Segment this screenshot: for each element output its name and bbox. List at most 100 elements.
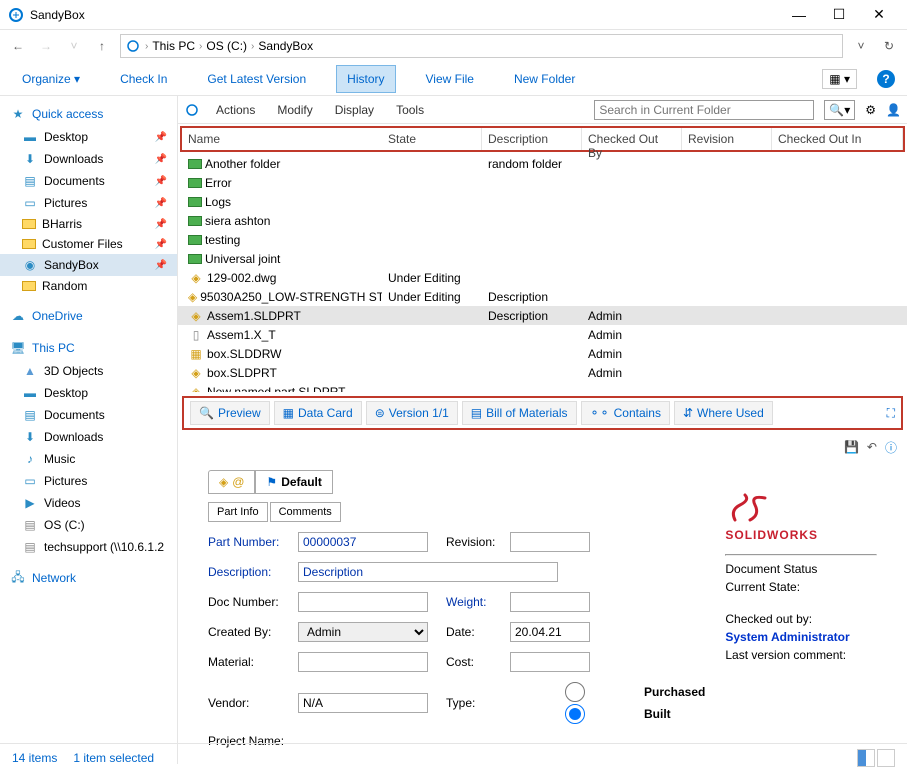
input-material[interactable] [298,652,428,672]
input-vendor[interactable] [298,693,428,713]
thispc-header[interactable]: 🖥This PC [0,336,177,360]
tab-version[interactable]: ⊜Version 1/1 [366,401,458,425]
refresh-button[interactable]: ↻ [879,39,899,53]
view-large-icon[interactable] [877,749,895,767]
search-input[interactable] [594,100,814,120]
tab-preview[interactable]: 🔍Preview [190,401,270,425]
organize-menu[interactable]: Organize ▾ [12,66,90,92]
forward-button[interactable]: → [36,39,56,53]
close-button[interactable]: ✕ [859,1,899,29]
view-file-button[interactable]: View File [416,66,484,92]
network-header[interactable]: 🖧Network [0,566,177,590]
sidebar-item-random[interactable]: Random [0,276,177,296]
sidebar-item-3dobjects[interactable]: ▲3D Objects [0,360,177,382]
file-row[interactable]: ◈New named part SLDPRT [178,382,907,392]
new-folder-button[interactable]: New Folder [504,66,585,92]
col-checkedoutin[interactable]: Checked Out In [772,128,903,150]
up-button[interactable]: ↑ [92,39,112,53]
display-menu[interactable]: Display [329,99,380,121]
sidebar-item-desktop[interactable]: ▬Desktop📌 [0,126,177,148]
file-row[interactable]: ◈129-002.dwgUnder Editing [178,268,907,287]
sidebar-item-documents[interactable]: ▤Documents📌 [0,170,177,192]
breadcrumb[interactable]: › This PC › OS (C:) › SandyBox [120,34,843,58]
file-row[interactable]: ▯Assem1.X_TAdmin [178,325,907,344]
fullscreen-button[interactable]: ⛶ [887,406,895,421]
input-date[interactable] [510,622,590,642]
sidebar-item-videos[interactable]: ▶Videos [0,492,177,514]
maximize-button[interactable]: ☐ [819,1,859,29]
file-row[interactable]: Universal joint [178,249,907,268]
sidebar-item-music[interactable]: ♪Music [0,448,177,470]
sidebar-item-documents2[interactable]: ▤Documents [0,404,177,426]
modify-menu[interactable]: Modify [271,99,318,121]
col-name[interactable]: Name [182,128,382,150]
help-icon[interactable]: ⓘ [885,439,897,456]
save-icon[interactable]: 💾 [844,440,859,454]
sidebar-item-customerfiles[interactable]: Customer Files📌 [0,234,177,254]
input-revision[interactable] [510,532,590,552]
user-icon[interactable]: 👤 [886,103,901,117]
view-details-icon[interactable] [857,749,875,767]
sidebar-item-pictures2[interactable]: ▭Pictures [0,470,177,492]
tab-partinfo[interactable]: Part Info [208,502,268,522]
file-row[interactable]: ◈box.SLDPRTAdmin [178,363,907,382]
file-row[interactable]: ◈95030A250_LOW-STRENGTH STE...Under Edit… [178,287,907,306]
config-tab-icons[interactable]: ◈ @ [208,470,255,494]
tab-datacard[interactable]: ▦Data Card [274,401,362,425]
breadcrumb-folder[interactable]: SandyBox [258,39,313,53]
radio-purchased[interactable]: Purchased [510,682,705,702]
tab-bom[interactable]: ▤Bill of Materials [462,401,577,425]
input-cost[interactable] [510,652,590,672]
file-row[interactable]: Logs [178,192,907,211]
sidebar-item-osc[interactable]: ▤OS (C:) [0,514,177,536]
input-weight[interactable] [510,592,590,612]
minimize-button[interactable]: — [779,1,819,29]
input-partnumber[interactable] [298,532,428,552]
sidebar-item-pictures[interactable]: ▭Pictures📌 [0,192,177,214]
file-row[interactable]: Another folderrandom folder [178,154,907,173]
col-revision[interactable]: Revision [682,128,772,150]
tab-comments[interactable]: Comments [270,502,341,522]
history-button[interactable]: History [336,65,395,93]
sidebar-item-techsupport[interactable]: ▤techsupport (\\10.6.1.2 [0,536,177,558]
sidebar-item-sandybox[interactable]: ◉SandyBox📌 [0,254,177,276]
sidebar-item-downloads[interactable]: ⬇Downloads📌 [0,148,177,170]
view-options-button[interactable]: ▦ ▾ [822,69,857,89]
file-row[interactable]: ◈Assem1.SLDPRTDescriptionAdmin [178,306,907,325]
bom-icon: ▤ [471,406,482,420]
breadcrumb-root[interactable]: This PC [152,39,195,53]
get-latest-button[interactable]: Get Latest Version [197,66,316,92]
filter-button[interactable]: ⚙ [865,103,876,117]
col-state[interactable]: State [382,128,482,150]
input-description[interactable] [298,562,558,582]
onedrive-header[interactable]: ☁OneDrive [0,304,177,328]
radio-built[interactable]: Built [510,704,705,724]
tools-menu[interactable]: Tools [390,99,430,121]
file-row[interactable]: ▦box.SLDDRWAdmin [178,344,907,363]
actions-menu[interactable]: Actions [210,99,261,121]
config-tab-default[interactable]: ⚑ Default [255,470,332,494]
col-checkedoutby[interactable]: Checked Out By [582,128,682,150]
tab-contains[interactable]: ⚬⚬Contains [581,401,670,425]
file-row[interactable]: testing [178,230,907,249]
recent-dropdown[interactable]: ˅ [64,39,84,53]
refresh-icon[interactable] [184,102,200,118]
address-dropdown[interactable]: ˅ [851,39,871,53]
sidebar-item-downloads2[interactable]: ⬇Downloads [0,426,177,448]
col-description[interactable]: Description [482,128,582,150]
sidebar-item-desktop2[interactable]: ▬Desktop [0,382,177,404]
breadcrumb-drive[interactable]: OS (C:) [206,39,247,53]
undo-icon[interactable]: ↶ [867,440,877,454]
file-list[interactable]: Another folderrandom folderErrorLogssier… [178,154,907,392]
quick-access-header[interactable]: ★ Quick access [0,102,177,126]
input-docnumber[interactable] [298,592,428,612]
file-row[interactable]: Error [178,173,907,192]
sidebar-item-bharris[interactable]: BHarris📌 [0,214,177,234]
select-createdby[interactable]: Admin [298,622,428,642]
file-row[interactable]: siera ashton [178,211,907,230]
back-button[interactable]: ← [8,39,28,53]
tab-whereused[interactable]: ⇵Where Used [674,401,773,425]
search-button[interactable]: 🔍▾ [824,100,855,120]
checkin-button[interactable]: Check In [110,66,177,92]
help-icon[interactable]: ? [877,70,895,88]
